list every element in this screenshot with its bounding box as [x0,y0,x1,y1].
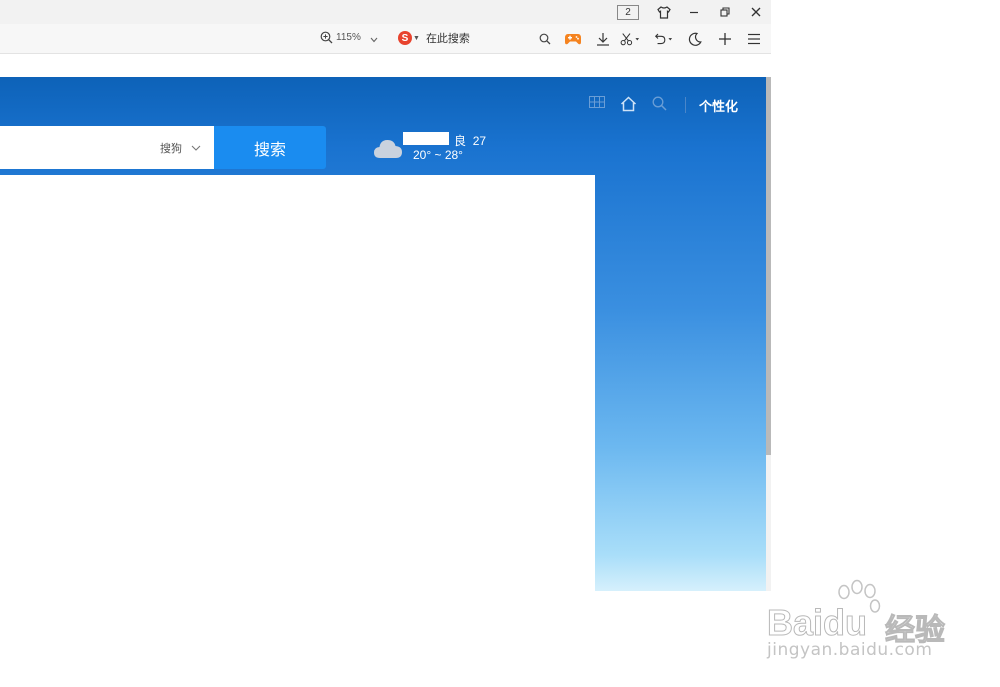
chevron-down-icon [191,145,201,151]
toolbar-search-placeholder[interactable]: 在此搜索 [426,30,470,46]
undo-icon[interactable] [653,29,673,49]
city-name-redacted [403,132,449,145]
sogou-logo-icon: S [398,31,412,45]
bookmark-bar [0,54,771,77]
browser-window: 2 115% S ▼ 在此搜索 个性化 搜狗 搜索 良 27 20° ~ 28° [0,0,771,591]
search-input[interactable]: 搜狗 [0,126,214,169]
new-tab-page: 个性化 搜狗 搜索 良 27 20° ~ 28° [0,77,766,591]
content-panel [0,175,595,591]
download-icon[interactable] [593,29,613,49]
tab-count-badge[interactable]: 2 [617,5,639,20]
night-mode-icon[interactable] [685,29,705,49]
add-icon[interactable] [715,29,735,49]
toolbar-search[interactable]: S ▼ 在此搜索 [398,30,470,46]
scrollbar[interactable] [766,77,771,591]
home-icon[interactable] [620,96,637,112]
zoom-dropdown-icon[interactable] [369,32,379,50]
menu-icon[interactable] [744,29,764,49]
baidu-watermark: Baidu 经验 jingyan.baidu.com [765,578,949,672]
search-icon[interactable] [535,29,555,49]
cloud-icon [374,140,402,158]
personalize-link[interactable]: 个性化 [699,96,738,115]
aqi-value: 27 [472,134,487,148]
minimize-icon[interactable] [683,3,705,21]
temperature-range: 20° ~ 28° [413,148,463,162]
skin-icon[interactable] [653,3,675,21]
apps-icon[interactable] [589,96,605,108]
restore-icon[interactable] [714,3,736,21]
header-search-icon[interactable] [652,96,667,111]
close-icon[interactable] [745,3,767,21]
watermark-brand: Baidu [766,602,868,644]
zoom-level: 115% [336,32,361,43]
screenshot-icon[interactable] [620,29,640,49]
air-quality: 良 27 [454,134,487,148]
scrollbar-thumb[interactable] [766,77,771,455]
engine-name: 搜狗 [160,143,182,155]
title-bar: 2 [0,0,771,24]
browser-toolbar: 115% S ▼ 在此搜索 [0,24,771,54]
search-button[interactable]: 搜索 [214,126,326,169]
engine-selector[interactable]: 搜狗 [160,140,201,156]
zoom-control[interactable]: 115% [320,31,361,44]
zoom-in-icon [320,31,333,44]
header-divider [685,97,686,113]
engine-caret-icon[interactable]: ▼ [413,35,420,42]
game-icon[interactable] [563,29,583,49]
watermark-url: jingyan.baidu.com [767,640,933,660]
